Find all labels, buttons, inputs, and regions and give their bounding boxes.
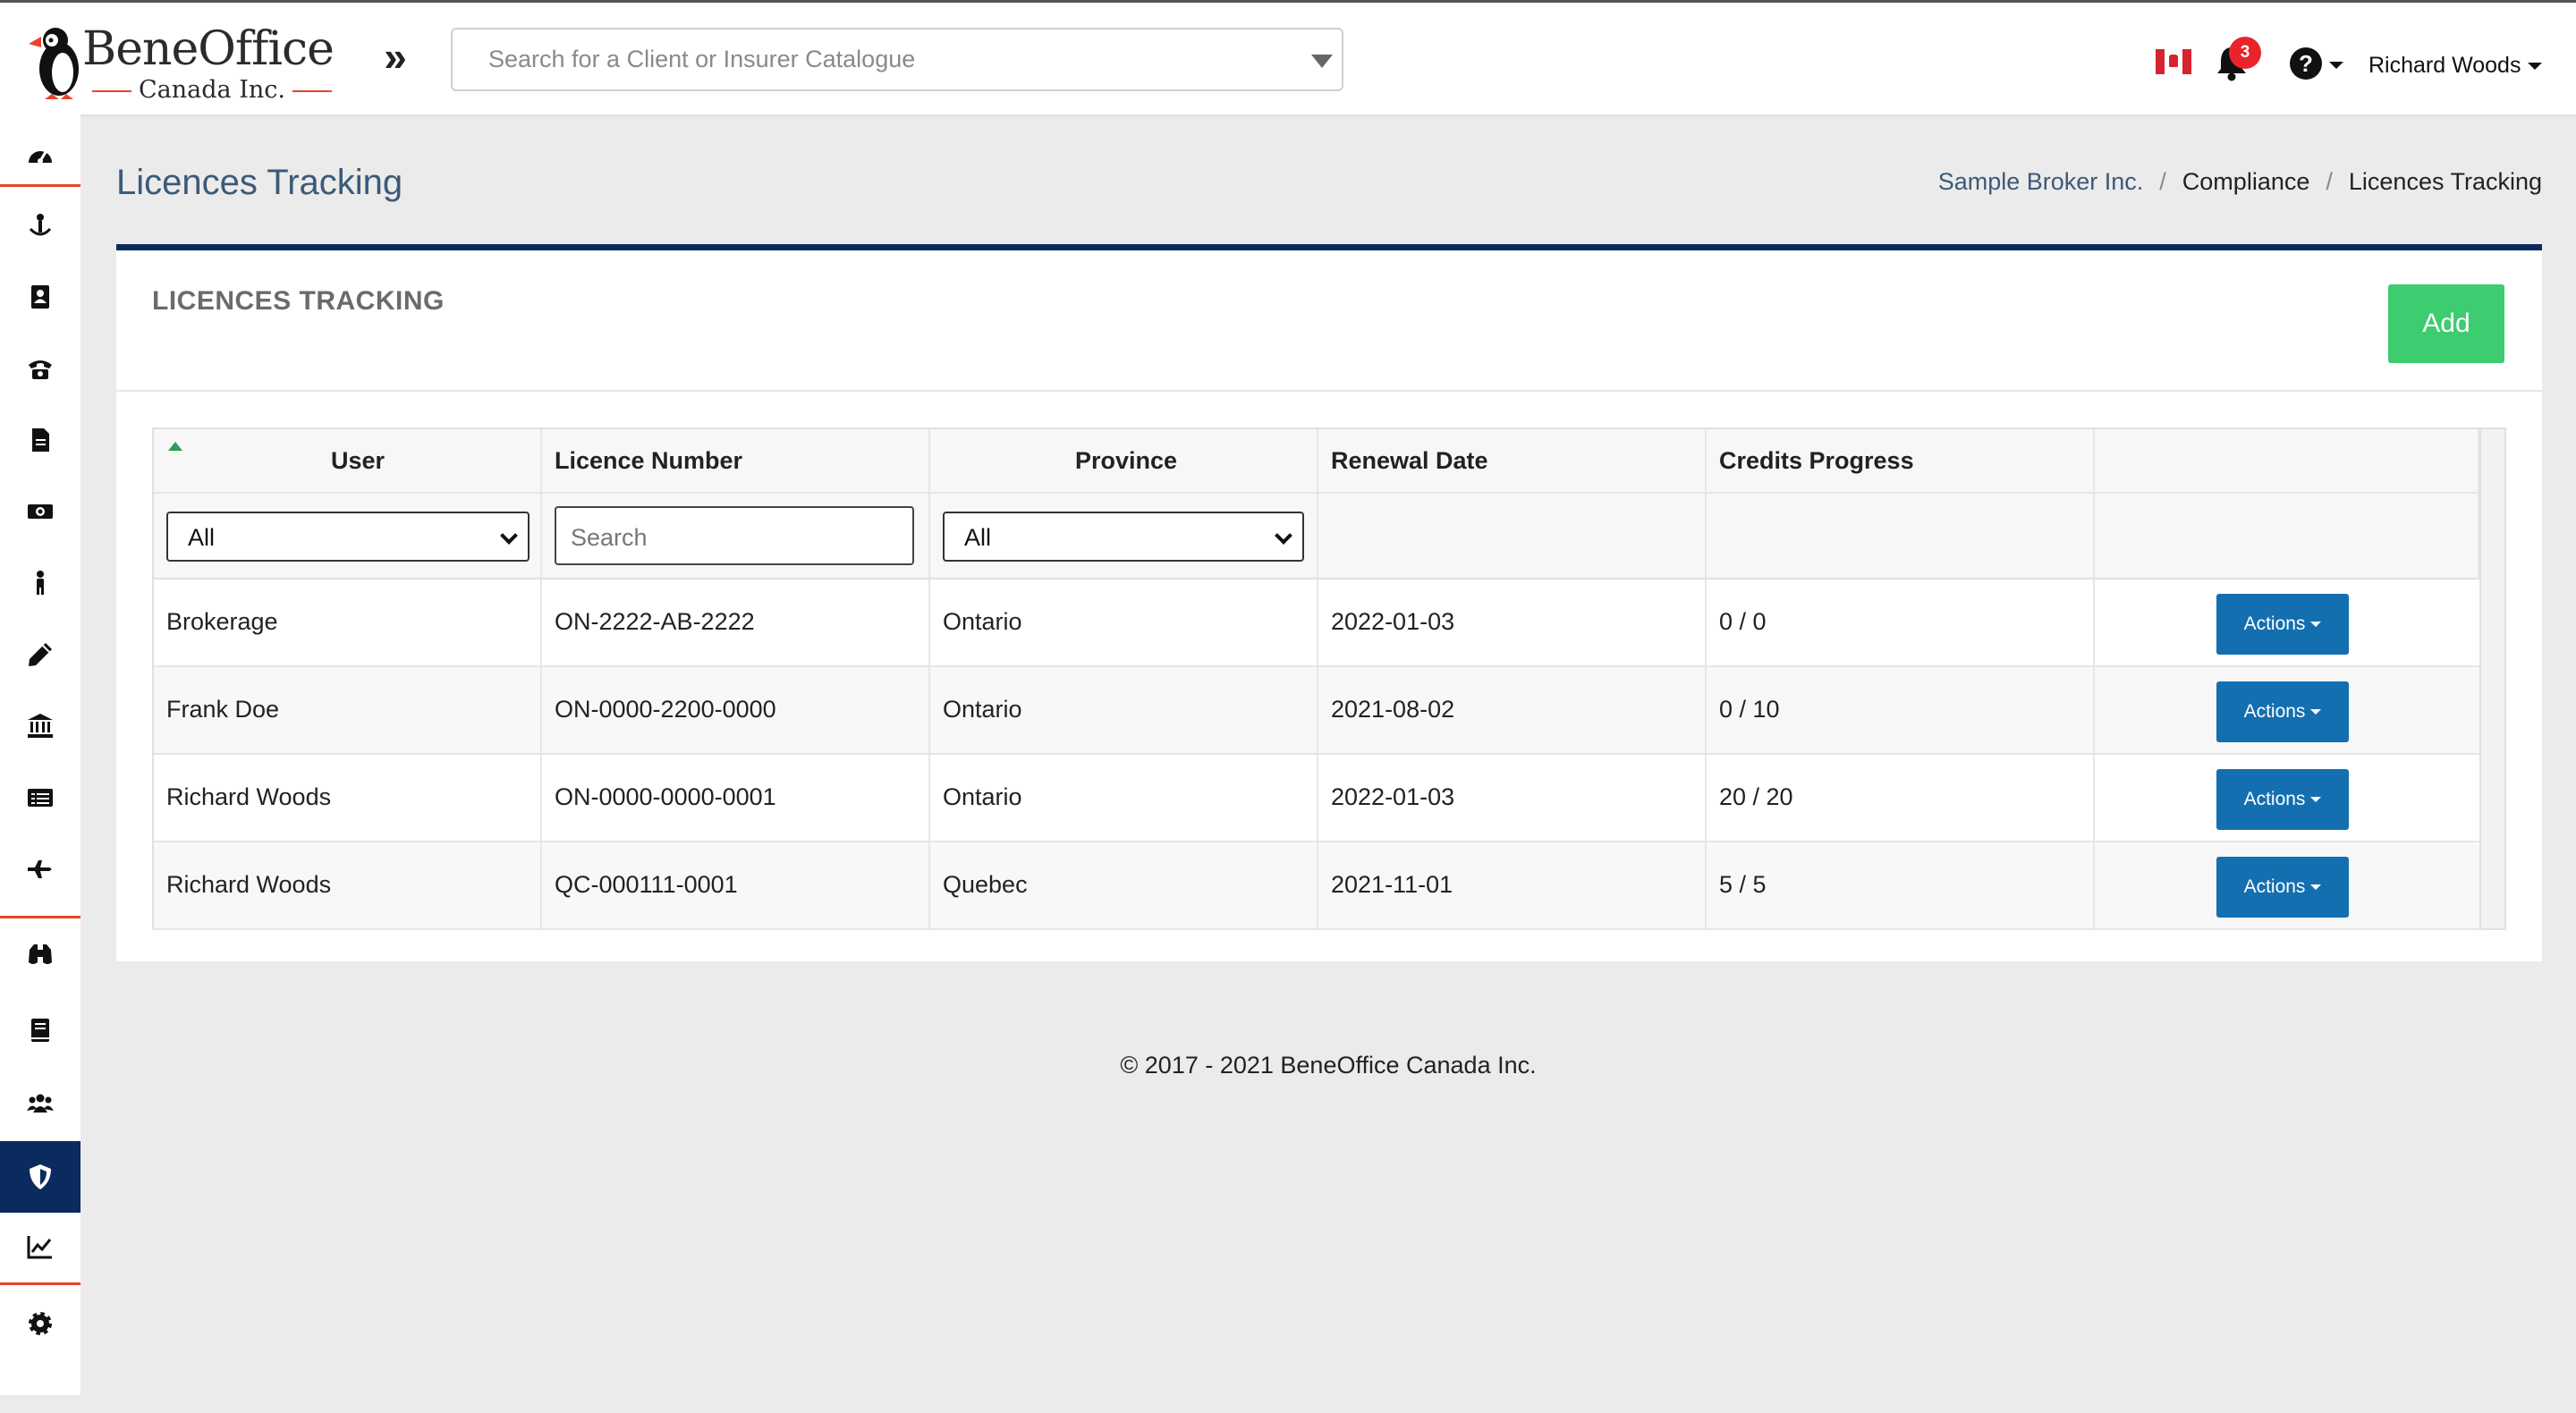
canada-flag-icon[interactable] xyxy=(2156,49,2191,74)
column-header-province[interactable]: Province xyxy=(930,429,1318,492)
chevron-down-icon xyxy=(500,527,518,545)
question-circle-icon[interactable]: ? xyxy=(2290,47,2322,80)
caret-down-icon xyxy=(2528,63,2543,71)
shield-icon[interactable] xyxy=(0,1141,80,1213)
cog-icon[interactable] xyxy=(0,1288,80,1359)
column-header-renewal-date[interactable]: Renewal Date xyxy=(1318,429,1707,492)
add-button[interactable]: Add xyxy=(2388,284,2504,363)
chart-line-icon[interactable] xyxy=(0,1211,80,1282)
breadcrumb-separator: / xyxy=(2326,168,2333,195)
filter-row: All Search All xyxy=(154,494,2479,580)
breadcrumb-item-compliance[interactable]: Compliance xyxy=(2182,168,2310,195)
user-menu[interactable]: Richard Woods xyxy=(2368,53,2543,79)
list-alt-icon[interactable] xyxy=(0,762,80,833)
sort-asc-icon xyxy=(168,442,182,451)
breadcrumb: Sample Broker Inc. / Compliance / Licences T… xyxy=(1938,168,2542,196)
breadcrumb-item-current: Licences Tracking xyxy=(2348,168,2542,195)
actions-dropdown-button[interactable]: Actions xyxy=(2216,769,2349,830)
plane-icon[interactable] xyxy=(0,833,80,905)
client-search-select[interactable]: Search for a Client or Insurer Catalogue xyxy=(451,28,1343,91)
column-header-actions xyxy=(2095,429,2479,492)
file-icon[interactable] xyxy=(0,404,80,476)
tachometer-icon[interactable] xyxy=(0,120,80,191)
table-scrollbar[interactable] xyxy=(2479,429,2504,928)
column-header-credits-progress[interactable]: Credits Progress xyxy=(1707,429,2095,492)
caret-down-icon[interactable] xyxy=(1311,55,1333,68)
binoculars-icon[interactable] xyxy=(0,919,80,991)
top-navbar: BeneOffice Canada Inc. » Search for a Cl… xyxy=(0,0,2576,114)
logo-subtitle: Canada Inc. xyxy=(82,76,342,104)
province-filter-select[interactable]: All xyxy=(943,512,1304,562)
actions-dropdown-button[interactable]: Actions xyxy=(2216,594,2349,655)
chevron-down-icon xyxy=(1275,527,1292,545)
help-caret-icon[interactable] xyxy=(2329,62,2343,69)
card-title: LICENCES TRACKING xyxy=(152,286,445,316)
breadcrumb-item-broker[interactable]: Sample Broker Inc. xyxy=(1938,168,2144,195)
anchor-user-icon[interactable] xyxy=(0,190,80,261)
user-name: Richard Woods xyxy=(2368,53,2521,78)
double-chevron-right-icon[interactable]: » xyxy=(376,36,415,78)
address-book-icon[interactable] xyxy=(0,261,80,333)
phone-icon[interactable] xyxy=(0,333,80,404)
licence-search-input[interactable]: Search xyxy=(555,506,914,565)
page-title: Licences Tracking xyxy=(116,163,403,202)
breadcrumb-separator: / xyxy=(2159,168,2166,195)
actions-dropdown-button[interactable]: Actions xyxy=(2216,857,2349,918)
table-header: User Licence Number Province Renewal Dat… xyxy=(154,429,2479,494)
licences-table: User Licence Number Province Renewal Dat… xyxy=(152,427,2506,930)
brand-logo[interactable]: BeneOffice Canada Inc. xyxy=(25,19,335,104)
logo-title: BeneOffice xyxy=(82,22,335,76)
user-filter-select[interactable]: All xyxy=(166,512,530,562)
actions-dropdown-button[interactable]: Actions xyxy=(2216,681,2349,742)
money-icon[interactable] xyxy=(0,476,80,547)
notification-badge: 3 xyxy=(2229,37,2261,69)
footer-copyright: © 2017 - 2021 BeneOffice Canada Inc. xyxy=(1120,1052,1537,1079)
column-header-licence-number[interactable]: Licence Number xyxy=(542,429,930,492)
pencil-icon[interactable] xyxy=(0,619,80,690)
bank-icon[interactable] xyxy=(0,690,80,762)
search-placeholder: Search for a Client or Insurer Catalogue xyxy=(488,46,916,72)
person-icon[interactable] xyxy=(0,547,80,619)
sidebar xyxy=(0,114,80,1395)
column-header-user[interactable]: User xyxy=(154,429,542,492)
puffin-logo-icon xyxy=(29,28,79,99)
licences-card: LICENCES TRACKING Add User Licence Numbe… xyxy=(116,244,2542,961)
